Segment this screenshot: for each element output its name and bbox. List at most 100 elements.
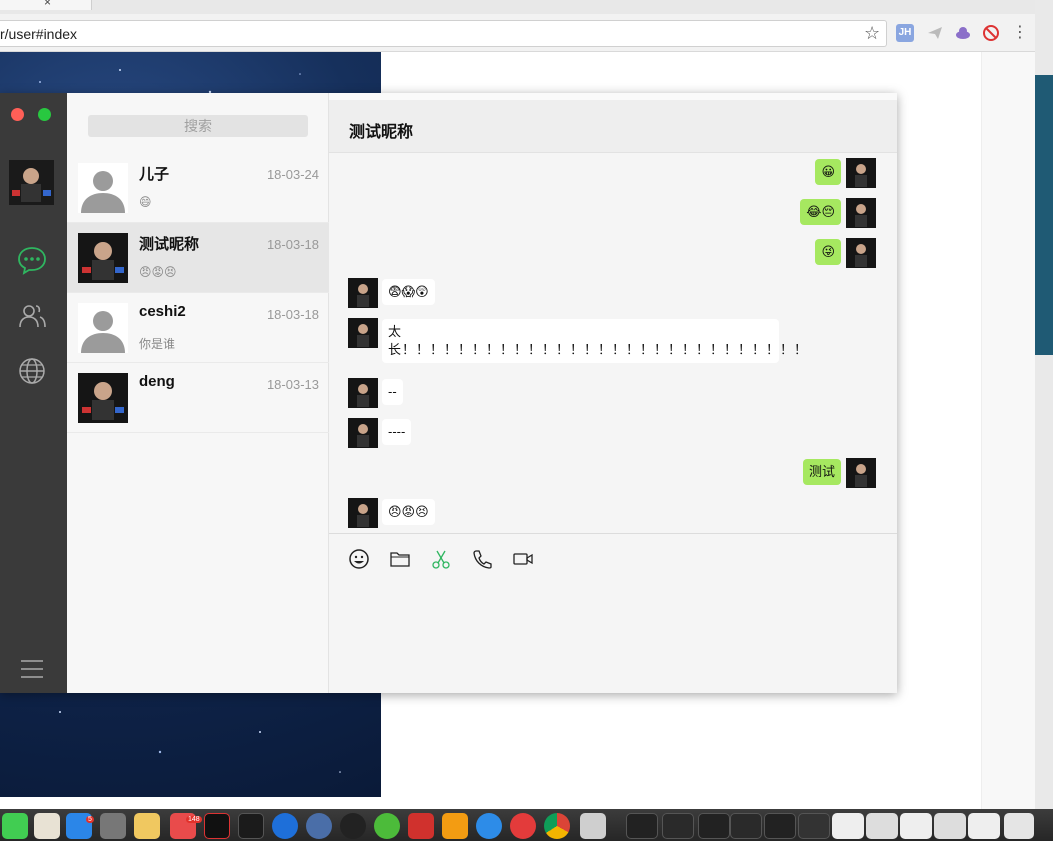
youdao-icon[interactable] [408,813,434,839]
session-name: 儿子 [139,166,170,183]
duck-app-icon[interactable] [134,813,160,839]
video-icon[interactable] [512,548,534,570]
session-list-panel: 搜索 儿子 18-03-24 😄 测试昵称 18-03-18 😠😡😣 ceshi… [67,93,329,693]
minimized-window-icon[interactable] [934,813,966,839]
scissors-icon[interactable] [430,548,452,570]
background-window-edge [1035,75,1053,355]
block-icon[interactable] [982,24,1000,42]
chat-nav-icon[interactable] [17,245,47,275]
close-window-button[interactable] [11,108,24,121]
my-message-bubble[interactable]: 😜 [815,239,841,265]
contact-avatar [78,233,128,283]
other-message-bubble[interactable]: 😠😡😣 [382,499,435,525]
browser-app-icon[interactable] [306,813,332,839]
minimized-window-icon[interactable] [1004,813,1034,839]
feather-app-icon[interactable] [476,813,502,839]
my-message-avatar [846,238,876,268]
terminal-icon[interactable] [238,813,264,839]
chrome-icon[interactable] [544,813,570,839]
tab-close-icon[interactable]: × [44,0,51,9]
folder-icon[interactable] [389,548,411,570]
globe-nav-icon[interactable] [17,356,47,386]
bookmark-star-icon[interactable]: ☆ [864,23,880,44]
music-app-badge: 148 [186,816,202,823]
my-avatar[interactable] [9,160,54,205]
session-item[interactable]: 儿子 18-03-24 😄 [67,153,329,223]
zoom-window-button[interactable] [38,108,51,121]
other-message-bubble[interactable]: -- [382,379,403,405]
search-input[interactable]: 搜索 [88,115,308,137]
tab-strip: × [0,0,1053,14]
session-time: 18-03-18 [266,307,319,322]
my-message-avatar [846,158,876,188]
minimized-window-icon[interactable] [730,813,762,839]
qt-app-icon[interactable] [2,813,28,839]
minimized-window-icon[interactable] [968,813,1000,839]
contacts-nav-icon[interactable] [17,301,47,331]
my-message-avatar [846,458,876,488]
session-time: 18-03-24 [266,167,319,182]
session-item[interactable]: ceshi2 18-03-18 你是谁 [67,293,329,363]
message-input-area[interactable] [329,533,897,693]
other-message-avatar [348,278,378,308]
minimized-window-icon[interactable] [662,813,694,839]
browser-tab[interactable]: × [0,0,92,10]
minimized-window-icon[interactable] [900,813,932,839]
intellij-icon[interactable] [204,813,230,839]
other-message-bubble[interactable]: 太长！！！！！！！！！！！！！！！！！！！！！！！！！！！！！ [382,319,807,363]
wechat-icon[interactable] [374,813,400,839]
session-item[interactable]: deng 18-03-13 [67,363,329,433]
minimized-window-icon[interactable] [866,813,898,839]
chat-header: 测试昵称 [329,93,897,153]
minimized-window-icon[interactable] [832,813,864,839]
jh-extension-icon[interactable]: JH [896,24,914,42]
my-message-avatar [846,198,876,228]
other-message-bubble[interactable]: 😨😱😲 [382,279,435,305]
hamburger-menu-icon[interactable] [21,659,43,679]
session-name: 测试昵称 [139,236,200,253]
sublime-icon[interactable] [442,813,468,839]
other-message-avatar [348,498,378,528]
app-sidebar [0,93,67,693]
qq-icon[interactable] [340,813,366,839]
minimized-window-icon[interactable] [626,813,658,839]
browser-toolbar: × r/user#index ☆ JH ⋮ [0,0,1053,52]
minimized-window-icon[interactable] [798,813,830,839]
more-menu-icon[interactable]: ⋮ [1012,22,1028,42]
session-preview: 你是谁 [139,337,176,351]
other-message-bubble[interactable]: ---- [382,419,412,445]
session-item-active[interactable]: 测试昵称 18-03-18 😠😡😣 [67,223,329,293]
default-avatar-icon [78,303,128,353]
minimized-window-icon[interactable] [698,813,730,839]
default-avatar-icon [78,163,128,213]
session-name: ceshi2 [139,303,186,320]
chat-title: 测试昵称 [349,124,414,141]
notes-app-icon[interactable] [34,813,60,839]
my-message-bubble[interactable]: 测试 [802,459,841,485]
emoji-icon[interactable] [348,548,370,570]
session-time: 18-03-18 [266,237,319,252]
session-preview: 😠😡😣 [139,265,177,279]
url-text[interactable]: r/user#index [0,26,77,42]
minimized-window-icon[interactable] [764,813,796,839]
system-preferences-icon[interactable] [100,813,126,839]
preview-icon[interactable] [580,813,606,839]
netease-music-icon[interactable] [510,813,536,839]
plane-icon[interactable] [926,24,944,42]
my-message-bubble[interactable]: 😀 [815,159,841,185]
other-message-avatar [348,318,378,348]
chat-panel: 测试昵称 😀 😂😔 😜 😨😱😲 太长！！！！！！！！！！！！！！！！！！！！！！… [329,93,897,693]
session-time: 18-03-13 [266,377,319,392]
location-app-icon[interactable] [272,813,298,839]
chat-app-window: 搜索 儿子 18-03-24 😄 测试昵称 18-03-18 😠😡😣 ceshi… [0,93,897,693]
contact-avatar [78,373,128,423]
other-message-avatar [348,378,378,408]
app-store-badge: 5 [86,816,94,823]
other-message-avatar [348,418,378,448]
session-preview: 😄 [139,195,152,209]
my-message-bubble[interactable]: 😂😔 [800,199,841,225]
page-scrollbar[interactable] [981,52,1035,809]
phone-icon[interactable] [471,548,493,570]
cloud-icon[interactable] [954,24,972,42]
address-bar[interactable]: r/user#index ☆ [0,20,887,47]
